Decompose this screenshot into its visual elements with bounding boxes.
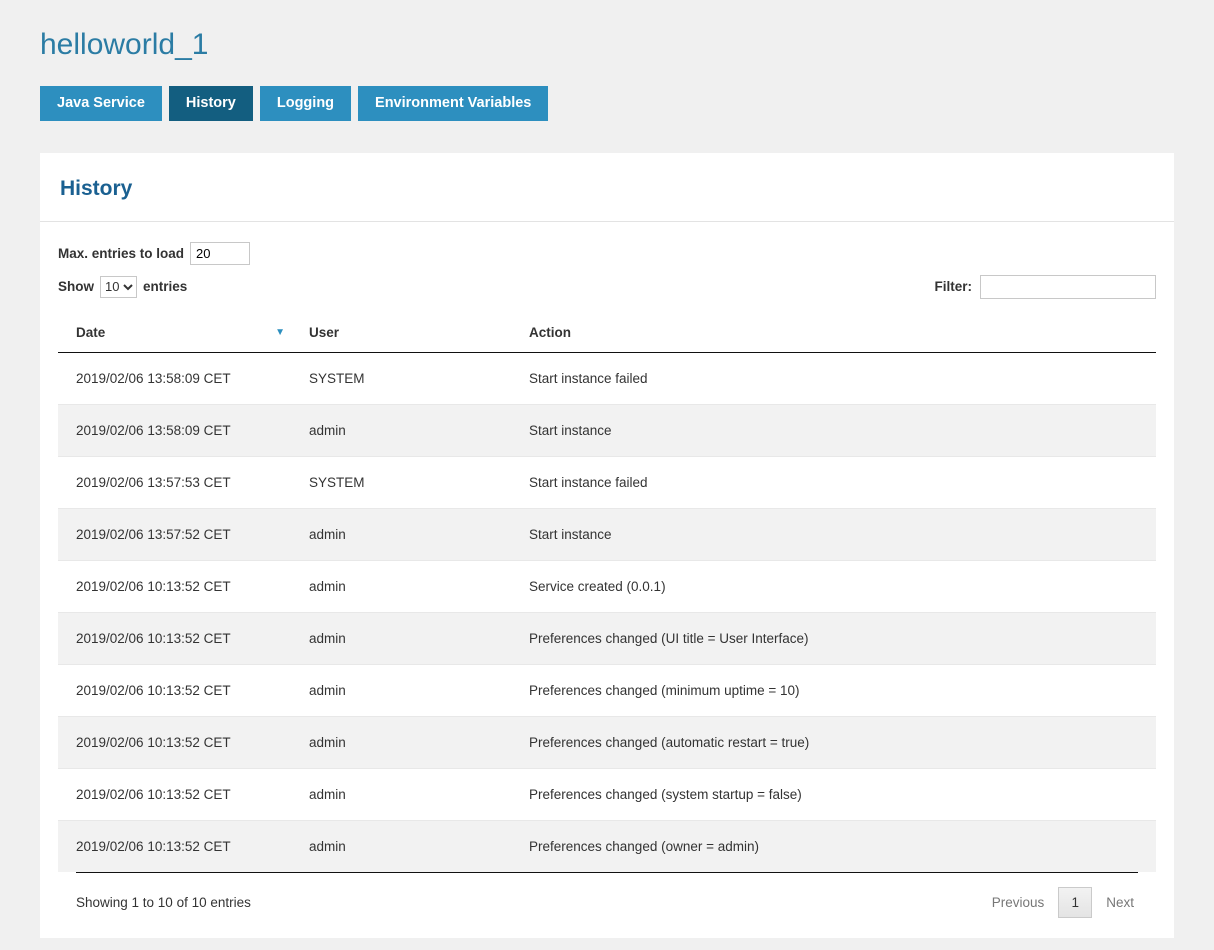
cell-date: 2019/02/06 10:13:52 CET [58, 768, 291, 820]
page-title: helloworld_1 [40, 0, 1174, 86]
filter-input[interactable] [980, 275, 1156, 299]
cell-user: admin [291, 612, 511, 664]
table-controls: Max. entries to load Show 10 entries Fil… [40, 222, 1174, 299]
previous-page-button[interactable]: Previous [992, 895, 1045, 910]
entries-label: entries [143, 279, 187, 294]
cell-date: 2019/02/06 13:57:52 CET [58, 508, 291, 560]
table-row[interactable]: 2019/02/06 13:58:09 CET SYSTEM Start ins… [58, 352, 1156, 404]
table-row[interactable]: 2019/02/06 10:13:52 CET admin Service cr… [58, 560, 1156, 612]
cell-date: 2019/02/06 13:58:09 CET [58, 352, 291, 404]
cell-user: admin [291, 508, 511, 560]
panel-heading: History [40, 153, 1174, 222]
cell-user: admin [291, 768, 511, 820]
table-row[interactable]: 2019/02/06 10:13:52 CET admin Preference… [58, 820, 1156, 872]
next-page-button[interactable]: Next [1106, 895, 1134, 910]
table-row[interactable]: 2019/02/06 13:57:53 CET SYSTEM Start ins… [58, 456, 1156, 508]
table-header-row: Date ▼ User Action [58, 313, 1156, 353]
showing-entries-info: Showing 1 to 10 of 10 entries [76, 895, 251, 910]
cell-user: SYSTEM [291, 456, 511, 508]
max-entries-input[interactable] [190, 242, 250, 265]
cell-user: admin [291, 404, 511, 456]
cell-date: 2019/02/06 10:13:52 CET [58, 820, 291, 872]
cell-user: admin [291, 560, 511, 612]
cell-user: admin [291, 716, 511, 768]
filter-label: Filter: [934, 279, 972, 294]
cell-date: 2019/02/06 10:13:52 CET [58, 716, 291, 768]
cell-action: Preferences changed (minimum uptime = 10… [511, 664, 1156, 716]
column-header-action[interactable]: Action [511, 313, 1156, 353]
table-row[interactable]: 2019/02/06 10:13:52 CET admin Preference… [58, 612, 1156, 664]
table-row[interactable]: 2019/02/06 13:58:09 CET admin Start inst… [58, 404, 1156, 456]
cell-date: 2019/02/06 13:58:09 CET [58, 404, 291, 456]
cell-action: Preferences changed (UI title = User Int… [511, 612, 1156, 664]
show-entries-select[interactable]: 10 [100, 276, 137, 298]
cell-date: 2019/02/06 10:13:52 CET [58, 612, 291, 664]
cell-action: Preferences changed (owner = admin) [511, 820, 1156, 872]
cell-user: SYSTEM [291, 352, 511, 404]
cell-action: Service created (0.0.1) [511, 560, 1156, 612]
tab-environment-variables[interactable]: Environment Variables [358, 86, 548, 121]
cell-user: admin [291, 664, 511, 716]
cell-action: Start instance [511, 508, 1156, 560]
tab-bar: Java Service History Logging Environment… [40, 86, 1174, 121]
show-label: Show [58, 279, 94, 294]
cell-date: 2019/02/06 10:13:52 CET [58, 664, 291, 716]
cell-date: 2019/02/06 13:57:53 CET [58, 456, 291, 508]
cell-action: Preferences changed (automatic restart =… [511, 716, 1156, 768]
page-number-button[interactable]: 1 [1058, 887, 1092, 918]
pagination: Previous 1 Next [992, 887, 1138, 918]
history-panel: History Max. entries to load Show 10 ent… [40, 153, 1174, 938]
table-row[interactable]: 2019/02/06 13:57:52 CET admin Start inst… [58, 508, 1156, 560]
sort-descending-icon: ▼ [275, 327, 285, 338]
table-row[interactable]: 2019/02/06 10:13:52 CET admin Preference… [58, 664, 1156, 716]
table-row[interactable]: 2019/02/06 10:13:52 CET admin Preference… [58, 716, 1156, 768]
tab-history[interactable]: History [169, 86, 253, 121]
cell-user: admin [291, 820, 511, 872]
column-header-user[interactable]: User [291, 313, 511, 353]
page-container: helloworld_1 Java Service History Loggin… [0, 0, 1214, 938]
history-table: Date ▼ User Action 2019/02/06 13:58:09 C… [58, 313, 1156, 872]
table-footer: Showing 1 to 10 of 10 entries Previous 1… [76, 872, 1138, 934]
cell-action: Start instance failed [511, 456, 1156, 508]
max-entries-label: Max. entries to load [58, 246, 184, 261]
history-table-wrapper: Date ▼ User Action 2019/02/06 13:58:09 C… [40, 313, 1174, 934]
tab-java-service[interactable]: Java Service [40, 86, 162, 121]
table-row[interactable]: 2019/02/06 10:13:52 CET admin Preference… [58, 768, 1156, 820]
column-header-date[interactable]: Date ▼ [58, 313, 291, 353]
cell-action: Preferences changed (system startup = fa… [511, 768, 1156, 820]
tab-logging[interactable]: Logging [260, 86, 351, 121]
cell-date: 2019/02/06 10:13:52 CET [58, 560, 291, 612]
cell-action: Start instance failed [511, 352, 1156, 404]
cell-action: Start instance [511, 404, 1156, 456]
